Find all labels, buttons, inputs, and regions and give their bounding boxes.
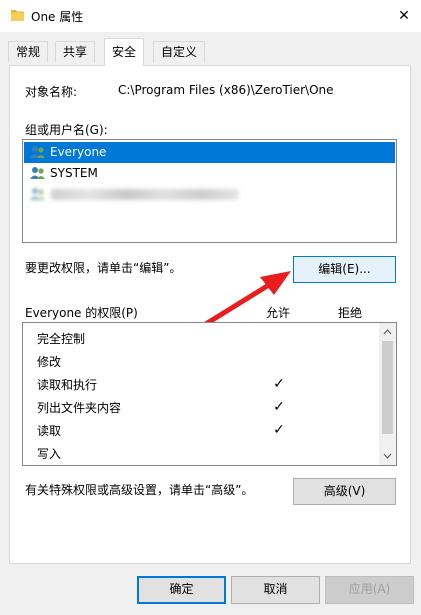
check-icon: ✓ <box>273 399 285 415</box>
advanced-button[interactable]: 高级(V) <box>293 478 396 505</box>
permissions-list[interactable]: 完全控制 修改 读取和执行 列出文件夹内容 读取 写入 ✓ ✓ ✓ <box>22 322 397 466</box>
permission-row: 读取和执行 <box>37 378 98 392</box>
permissions-scrollbar[interactable] <box>379 323 396 465</box>
edit-hint: 要更改权限，请单击“编辑”。 <box>25 261 182 275</box>
user-list[interactable]: Everyone SYSTEM <box>22 139 397 243</box>
tab-customize[interactable]: 自定义 <box>153 41 206 63</box>
close-icon: ✕ <box>398 8 410 24</box>
tab-security[interactable]: 安全 <box>104 38 145 66</box>
group-user-label: 组或用户名(G): <box>25 123 108 137</box>
scroll-down-icon[interactable] <box>383 452 392 460</box>
allow-header: 允许 <box>266 306 291 320</box>
user-name: SYSTEM <box>50 166 98 180</box>
users-group-icon <box>30 188 45 200</box>
object-name-label: 对象名称: <box>25 85 78 99</box>
list-item-everyone[interactable]: Everyone <box>24 142 395 163</box>
check-icon: ✓ <box>273 422 285 438</box>
title-bar: One 属性 ✕ <box>0 0 421 32</box>
permission-row: 修改 <box>37 355 62 369</box>
users-group-icon <box>30 167 45 179</box>
tab-sharing[interactable]: 共享 <box>55 41 96 63</box>
permissions-title: Everyone 的权限(P) <box>25 306 138 320</box>
check-icon: ✓ <box>273 376 285 392</box>
permission-row: 读取 <box>37 424 62 438</box>
tab-general[interactable]: 常规 <box>8 41 49 63</box>
permission-row: 列出文件夹内容 <box>37 401 122 415</box>
scroll-thumb[interactable] <box>382 341 393 434</box>
close-button[interactable]: ✕ <box>387 0 421 32</box>
deny-header: 拒绝 <box>338 306 363 320</box>
folder-icon <box>11 10 24 21</box>
permission-row: 完全控制 <box>37 332 86 346</box>
window-title: One 属性 <box>31 10 84 24</box>
scroll-up-icon[interactable] <box>383 328 392 336</box>
redacted-user-name <box>51 189 239 200</box>
user-name: Everyone <box>50 145 107 159</box>
users-group-icon <box>30 146 45 158</box>
ok-button[interactable]: 确定 <box>137 576 226 604</box>
tab-bar: 常规 共享 安全 自定义 <box>0 32 421 66</box>
apply-button[interactable]: 应用(A) <box>325 576 414 604</box>
list-item-system[interactable]: SYSTEM <box>24 163 395 184</box>
object-name-value: C:\Program Files (x86)\ZeroTier\One <box>118 83 334 97</box>
list-item-blurred[interactable] <box>24 184 395 205</box>
advanced-hint: 有关特殊权限或高级设置，请单击“高级”。 <box>25 483 254 497</box>
edit-button[interactable]: 编辑(E)... <box>293 256 396 283</box>
cancel-button[interactable]: 取消 <box>231 576 320 604</box>
permission-row: 写入 <box>37 447 62 461</box>
